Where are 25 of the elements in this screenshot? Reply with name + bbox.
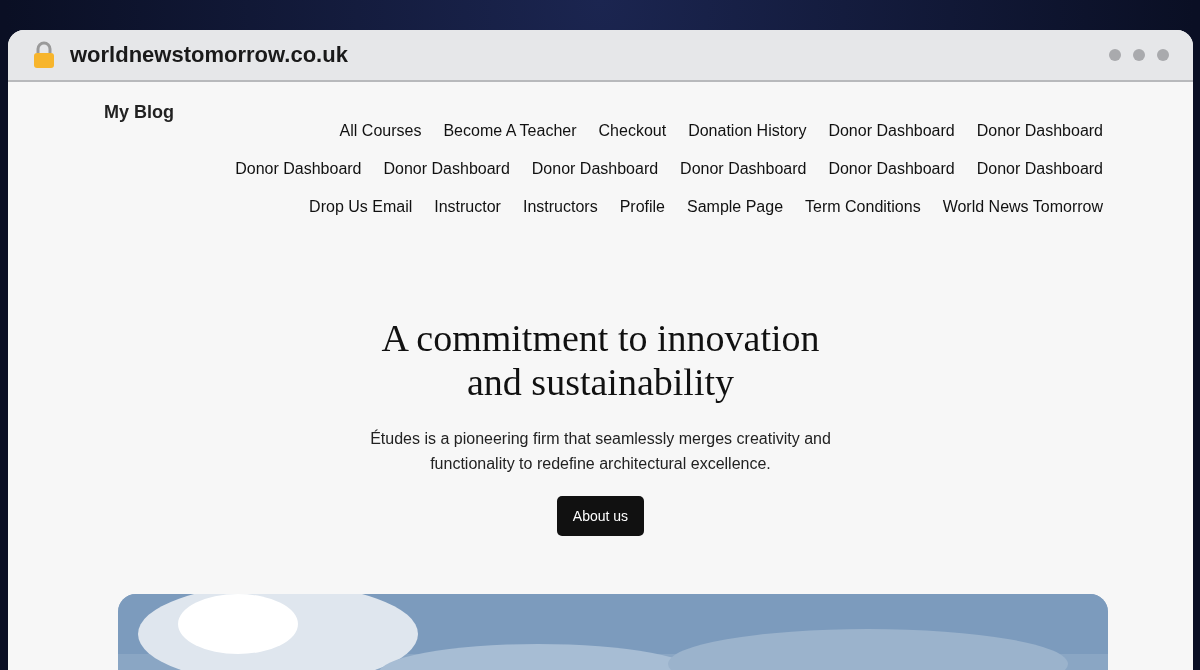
nav-link[interactable]: Drop Us Email (309, 198, 413, 216)
nav-link[interactable]: Instructor (434, 198, 501, 216)
nav-link[interactable]: Donor Dashboard (828, 160, 955, 178)
nav-link[interactable]: Donor Dashboard (828, 122, 955, 140)
nav-link[interactable]: Profile (619, 198, 665, 216)
hero-text: Études is a pioneering firm that seamlessly merges creativity and functionality to redefine architectural excellence. (369, 428, 832, 474)
nav-link[interactable]: Sample Page (687, 198, 784, 216)
site-title[interactable]: My Blog (104, 102, 174, 216)
nav-link[interactable]: All Courses (339, 122, 422, 140)
nav-link[interactable]: Checkout (598, 122, 667, 140)
nav-link[interactable]: Donor Dashboard (680, 160, 807, 178)
nav-link[interactable]: Donor Dashboard (383, 160, 510, 178)
nav-link[interactable]: Donation History (688, 122, 807, 140)
nav-link[interactable]: Donor Dashboard (531, 160, 659, 178)
nav-link[interactable]: Term Conditions (805, 198, 921, 216)
about-button[interactable]: About us (556, 496, 645, 536)
window-dots-icon (1109, 49, 1169, 61)
nav-link[interactable]: Donor Dashboard (976, 122, 1103, 140)
nav-link[interactable]: Donor Dashboard (235, 160, 362, 178)
lock-icon (32, 41, 56, 69)
nav-link[interactable]: Instructors (522, 198, 598, 216)
nav-link[interactable]: Donor Dashboard (976, 160, 1103, 178)
nav-link[interactable]: World News Tomorrow (942, 198, 1103, 216)
nav-link[interactable]: Become A Teacher (443, 122, 577, 140)
hero-heading: A commitment to innovation and sustainability (381, 316, 820, 404)
